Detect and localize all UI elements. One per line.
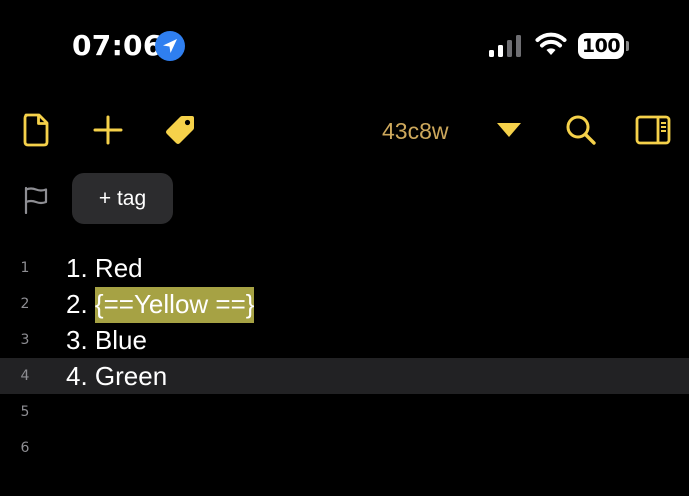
wifi-icon [535, 32, 567, 55]
list-marker: 1. [66, 253, 95, 283]
caret-down-icon[interactable] [494, 113, 524, 147]
line-content: Red [94, 253, 143, 283]
line-number: 6 [20, 440, 30, 456]
editor[interactable]: 1 1. Red 2 2. {==Yellow ==} 3 3. Blue 4 … [0, 250, 689, 466]
editor-line-3[interactable]: 3 3. Blue [0, 322, 689, 358]
plus-icon[interactable] [92, 113, 124, 147]
location-arrow-icon [155, 31, 185, 61]
line-text[interactable]: 4. Green [66, 358, 167, 394]
line-content: Green [94, 361, 168, 391]
battery-nub [626, 41, 629, 51]
list-marker: 2. [66, 289, 95, 319]
tag-icon[interactable] [162, 113, 198, 147]
line-number: 4 [20, 368, 30, 384]
sidebar-icon[interactable] [634, 113, 672, 147]
line-number: 1 [20, 260, 30, 276]
cellular-signal-icon [489, 35, 521, 57]
line-number: 2 [20, 296, 30, 312]
line-number: 3 [20, 332, 30, 348]
search-icon[interactable] [564, 113, 598, 147]
list-marker: 4. [66, 361, 95, 391]
line-text[interactable]: 2. {==Yellow ==} [66, 286, 255, 323]
note-title[interactable]: 43c8w [382, 116, 448, 146]
line-number: 5 [20, 404, 30, 420]
editor-line-4-current[interactable]: 4 4. Green [0, 358, 689, 394]
highlighted-text: {==Yellow ==} [94, 287, 255, 323]
document-icon[interactable] [20, 113, 52, 147]
list-marker: 3. [66, 325, 95, 355]
clock-time: 07:06 [72, 29, 163, 62]
line-text[interactable]: 1. Red [66, 250, 143, 286]
editor-line-2[interactable]: 2 2. {==Yellow ==} [0, 286, 689, 323]
editor-line-1[interactable]: 1 1. Red [0, 250, 689, 286]
editor-line-6[interactable]: 6 [0, 430, 689, 466]
line-text[interactable]: 3. Blue [66, 322, 147, 358]
battery-icon: 100 [578, 33, 624, 59]
line-content: Blue [94, 325, 147, 355]
editor-line-5[interactable]: 5 [0, 394, 689, 430]
flag-icon[interactable] [22, 186, 50, 214]
add-tag-button[interactable]: + tag [72, 173, 173, 224]
